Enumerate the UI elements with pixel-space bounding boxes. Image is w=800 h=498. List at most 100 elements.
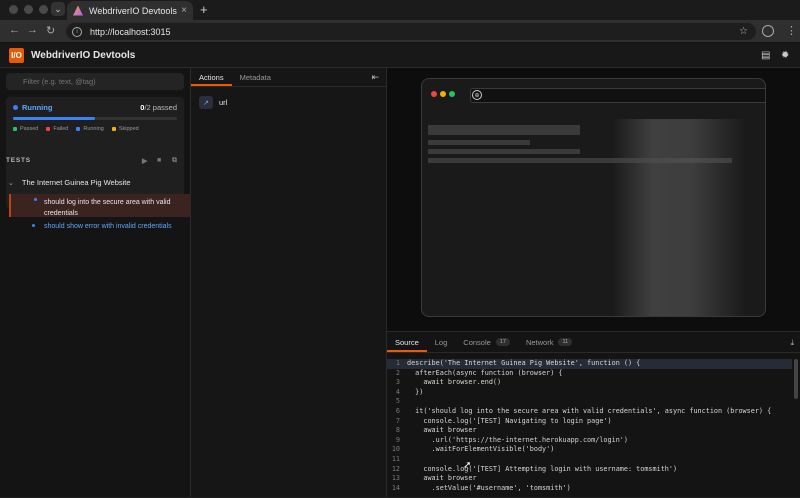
code-text: await browser (407, 474, 477, 483)
source-code-view: 1 describe('The Internet Guinea Pig Websi… (387, 359, 792, 498)
back-icon[interactable]: ← (9, 24, 20, 36)
tab-actions[interactable]: Actions (191, 68, 232, 86)
globe-icon: ⊕ (472, 90, 482, 100)
code-line: 9 .url('https://the-internet.herokuapp.c… (387, 436, 792, 446)
line-number: 14 (391, 483, 400, 492)
tab-console[interactable]: Console 17 (455, 332, 518, 352)
theme-toggle-icon[interactable]: ✹ (781, 50, 789, 61)
test-item-running[interactable]: should log into the secure area with val… (9, 194, 190, 217)
skeleton-heading (428, 125, 580, 135)
mouse-cursor-icon: ➚ (463, 460, 472, 471)
tab-label: Source (395, 338, 419, 347)
expand-all-icon[interactable]: ⧉ (172, 157, 178, 165)
tab-search-icon[interactable]: ⌄ (51, 2, 65, 16)
legend-swatch (13, 127, 17, 131)
code-line: 12 console.log('[TEST] Attempting login … (387, 465, 792, 475)
code-text: await browser (407, 426, 477, 435)
line-number: 5 (395, 397, 400, 406)
stop-icon[interactable]: ■ (157, 157, 162, 164)
browser-tab[interactable]: WebdriverIO Devtools × (67, 1, 193, 20)
test-item-pending[interactable]: should show error with invalid credentia… (9, 221, 190, 244)
code-line: 13 await browser (387, 474, 792, 484)
code-line: 4 }) (387, 388, 792, 398)
line-number: 4 (395, 387, 400, 396)
legend-swatch (46, 127, 51, 131)
browser-tabstrip: ⌄ WebdriverIO Devtools × + (0, 0, 800, 20)
document-icon[interactable]: ▤ (761, 50, 770, 61)
app-header: I/O WebdriverIO Devtools ▤ ✹ (0, 43, 800, 68)
legend-item: Passed (13, 126, 38, 132)
url-field[interactable]: i http://localhost:3015 ☆ (66, 23, 756, 40)
webdriverio-favicon-icon (73, 5, 83, 16)
site-info-icon[interactable]: i (72, 26, 82, 37)
tab-source[interactable]: Source (387, 332, 427, 352)
collapse-chevron-icon[interactable]: ⌄ (8, 179, 14, 187)
tab-metadata[interactable]: Metadata (232, 68, 279, 86)
code-text: }) (407, 387, 424, 396)
running-dot-icon (13, 105, 18, 110)
run-status-label: Running (22, 103, 53, 112)
code-line: 8 await browser (387, 426, 792, 436)
legend-label: Running (83, 126, 104, 132)
code-line: 11 (387, 455, 792, 465)
tab-label: Network (525, 338, 554, 347)
line-number: 1 (395, 359, 400, 367)
window-controls[interactable] (9, 5, 48, 14)
source-panel: Source Log Console 17 Network 11 ⤓ 1 describe(… (387, 331, 800, 497)
status-legend: Passed Failed Running Skipped (13, 126, 139, 132)
close-tab-icon[interactable]: × (181, 5, 187, 16)
legend-label: Skipped (118, 126, 139, 132)
browser-tab-title: WebdriverIO Devtools (89, 5, 177, 16)
test-sidebar: ⌕ Running 0/2 passed PassedFailedRunning… (0, 68, 191, 497)
code-line: 6 it('should log into the secure area wi… (387, 407, 792, 417)
tab-network[interactable]: Network 11 (518, 332, 580, 352)
legend-swatch (76, 127, 81, 131)
code-text: afterEach(async function (browser) { (407, 368, 563, 377)
tests-header: TESTS ▶ ■ ⧉ (6, 157, 184, 165)
collapse-panel-icon[interactable]: ⇤ (371, 72, 379, 83)
bottom-tabbar: Source Log Console 17 Network 11 (387, 332, 800, 353)
legend-item: Skipped (111, 126, 139, 132)
code-line: 7 console.log('[TEST] Navigating to logi… (387, 417, 792, 427)
app-title: WebdriverIO Devtools (31, 49, 136, 61)
preview-window-dots (431, 91, 455, 97)
address-bar-row: ← → ↻ i http://localhost:3015 ☆ ⋮ (0, 20, 800, 43)
filter-input[interactable] (6, 73, 184, 90)
profile-icon[interactable] (762, 25, 774, 37)
code-scrollbar[interactable] (794, 359, 798, 399)
run-all-icon[interactable]: ▶ (142, 157, 148, 165)
download-icon[interactable]: ⤓ (790, 338, 794, 348)
action-label: url (219, 98, 228, 107)
tests-heading: TESTS (6, 157, 31, 164)
count-badge: 11 (558, 338, 573, 346)
code-text: console.log('[TEST] Attempting login wit… (407, 464, 678, 473)
navigate-arrow-icon: ↗ (199, 96, 213, 109)
test-title: should log into the secure area with val… (44, 199, 171, 217)
new-tab-button[interactable]: + (200, 2, 208, 17)
actions-panel: Actions Metadata ⇤ ↗ url (191, 68, 387, 497)
action-item[interactable]: ↗ url (199, 96, 227, 109)
line-number: 11 (391, 454, 400, 463)
line-number: 13 (391, 474, 400, 483)
legend-label: Passed (20, 126, 39, 132)
forward-icon[interactable]: → (27, 24, 38, 36)
skeleton-line (428, 140, 530, 145)
tab-log[interactable]: Log (427, 332, 456, 352)
browser-preview: ⊕ (387, 68, 800, 331)
test-title: should show error with invalid credentia… (44, 223, 172, 230)
bookmark-star-icon[interactable]: ☆ (739, 26, 748, 37)
legend-item: Failed (46, 126, 68, 132)
pending-dot-icon (32, 224, 35, 227)
tab-label: Log (434, 338, 448, 347)
line-number: 3 (395, 378, 400, 387)
legend-item: Running (76, 126, 104, 132)
code-text: .setValue('#username', 'tomsmith') (407, 483, 571, 492)
reload-icon[interactable]: ↻ (46, 24, 55, 37)
browser-menu-icon[interactable]: ⋮ (786, 24, 797, 37)
skeleton-line (428, 149, 580, 154)
run-progress-fill (13, 117, 95, 120)
suite-item[interactable]: ⌄ The Internet Guinea Pig Website (8, 178, 131, 187)
code-line: 3 await browser.end() (387, 378, 792, 388)
code-text: .waitForElementVisible('body') (407, 445, 555, 454)
line-number: 12 (391, 464, 400, 473)
